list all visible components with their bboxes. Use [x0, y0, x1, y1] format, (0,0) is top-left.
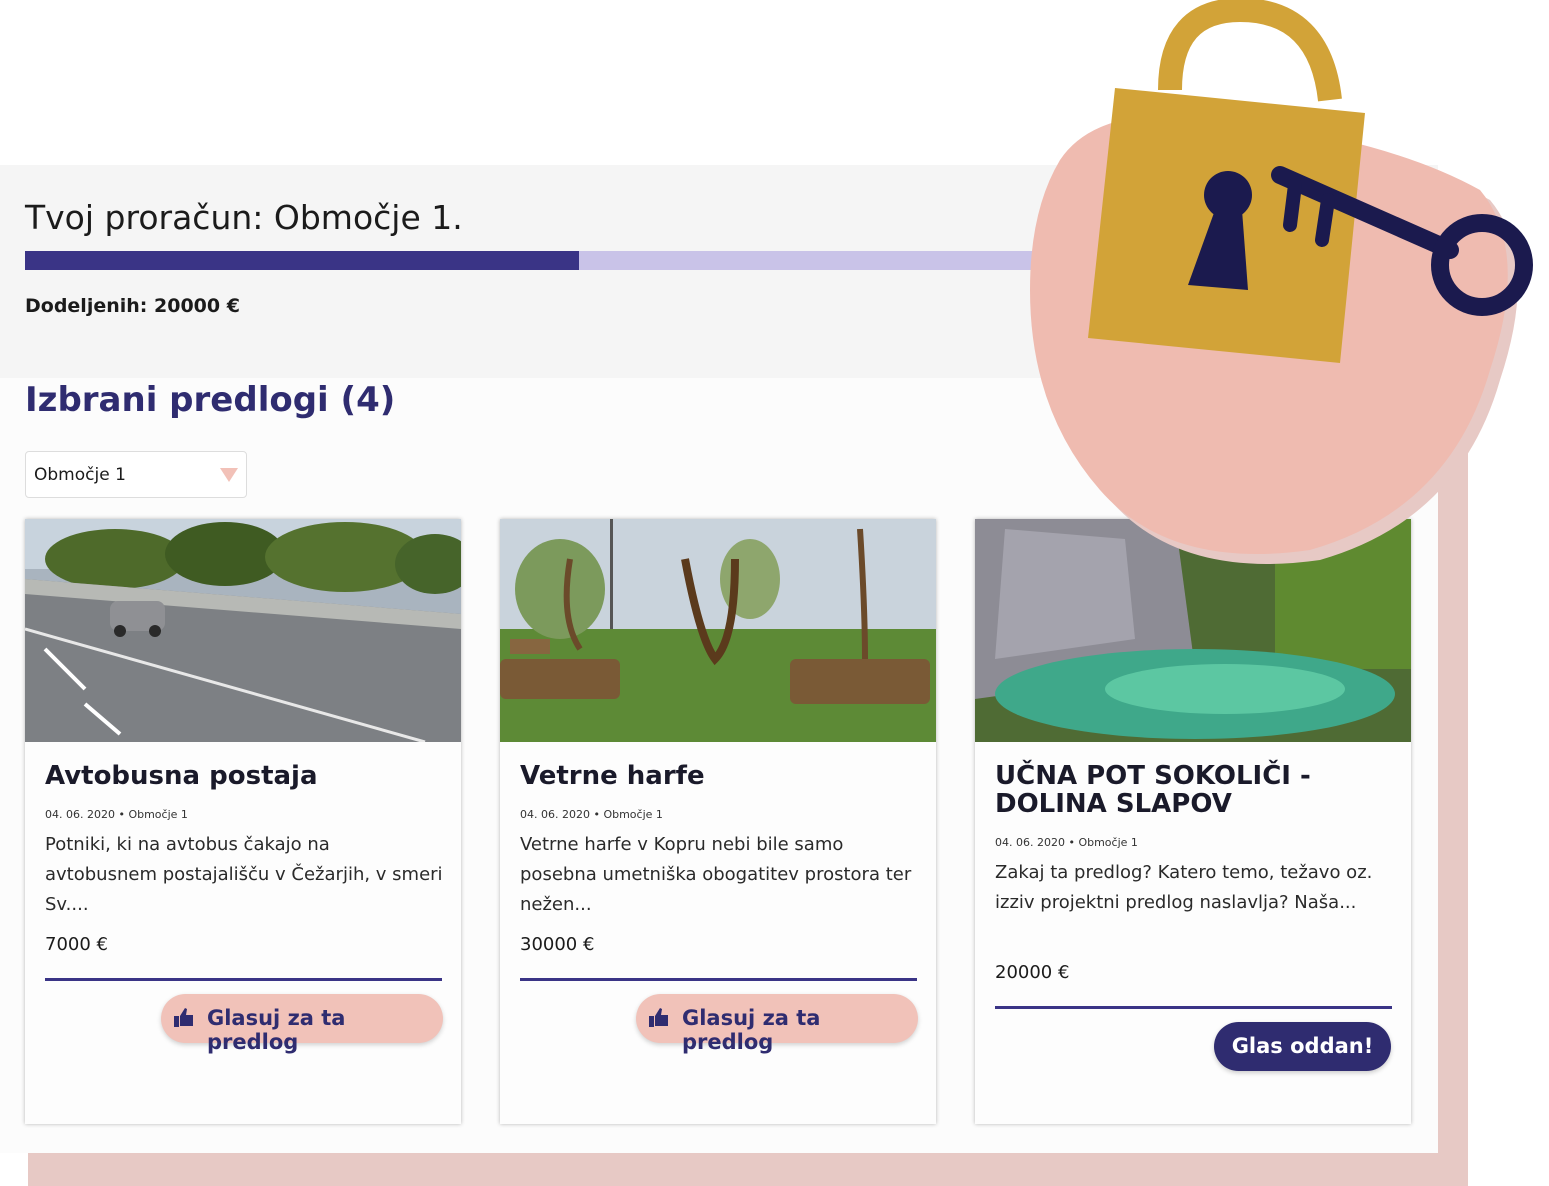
proposal-meta: 04. 06. 2020 • Območje 1	[520, 808, 663, 821]
vote-button-label: Glasuj za ta predlog	[207, 1006, 346, 1054]
proposal-title[interactable]: UČNA POT SOKOLIČI - DOLINA SLAPOV	[995, 762, 1395, 818]
proposal-card: Avtobusna postaja 04. 06. 2020 • Območje…	[25, 519, 461, 1124]
area-select[interactable]: Območje 1	[25, 451, 247, 498]
divider	[520, 978, 917, 981]
thumbs-up-icon	[173, 1006, 195, 1033]
area-select-value: Območje 1	[34, 465, 126, 485]
divider	[995, 1006, 1392, 1009]
proposal-price: 30000 €	[520, 934, 595, 955]
proposal-card: UČNA POT SOKOLIČI - DOLINA SLAPOV 04. 06…	[975, 519, 1411, 1124]
budget-progress-fill	[25, 251, 580, 270]
proposal-image-bus-stop	[25, 519, 461, 742]
proposal-title[interactable]: Vetrne harfe	[520, 762, 920, 790]
vote-button[interactable]: Glasuj za ta predlog	[636, 994, 918, 1054]
proposal-meta: 04. 06. 2020 • Območje 1	[995, 836, 1138, 849]
allocated-amount: Dodeljenih: 20000 €	[25, 295, 240, 317]
proposal-card: Vetrne harfe 04. 06. 2020 • Območje 1 Ve…	[500, 519, 936, 1124]
section-title: Izbrani predlogi (4)	[25, 380, 396, 420]
proposal-price: 7000 €	[45, 934, 108, 955]
budget-progress-bar	[25, 251, 1145, 270]
budget-title: Tvoj proračun: Območje 1.	[25, 198, 463, 237]
vote-button-label: Glasuj za ta predlog	[682, 1006, 821, 1054]
proposal-title[interactable]: Avtobusna postaja	[45, 762, 445, 790]
thumbs-up-icon	[648, 1006, 670, 1033]
proposal-description: Potniki, ki na avtobus čakajo na avtobus…	[45, 834, 443, 915]
proposal-description: Vetrne harfe v Kopru nebi bile samo pose…	[520, 834, 912, 915]
proposal-price: 20000 €	[995, 962, 1070, 983]
proposal-image-wind-harps	[500, 519, 936, 742]
divider	[45, 978, 442, 981]
chevron-down-icon	[220, 468, 238, 482]
proposal-description: Zakaj ta predlog? Katero temo, težavo oz…	[995, 862, 1373, 913]
proposal-meta: 04. 06. 2020 • Območje 1	[45, 808, 188, 821]
padlock-illustration	[1030, 0, 1533, 564]
vote-button[interactable]: Glasuj za ta predlog	[161, 994, 443, 1054]
vote-submitted-button[interactable]: Glas oddan!	[1214, 1022, 1391, 1071]
